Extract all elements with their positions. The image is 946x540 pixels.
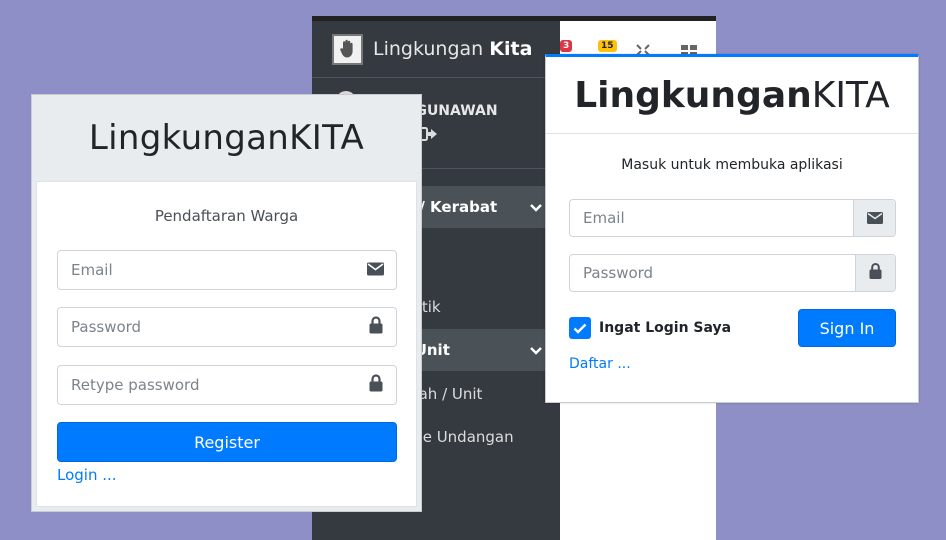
- register-password-group: [57, 307, 397, 347]
- hand-logo-icon: [332, 33, 363, 65]
- sign-out-icon[interactable]: [419, 126, 438, 145]
- remember-me-label: Ingat Login Saya: [599, 320, 732, 336]
- chevron-down-icon: [530, 342, 542, 360]
- sign-in-button[interactable]: Sign In: [798, 309, 896, 347]
- brand-text-light: Lingkungan: [373, 38, 484, 60]
- register-retype-input[interactable]: [58, 366, 396, 404]
- chevron-down-icon: [530, 199, 542, 217]
- register-email-input[interactable]: [58, 251, 396, 289]
- login-email-group: [569, 199, 896, 237]
- register-password-input[interactable]: [58, 308, 396, 346]
- envelope-icon: [367, 261, 384, 280]
- register-box: LingkunganKITA Pendaftaran Warga Registe…: [31, 94, 422, 512]
- brand-text-bold: Kita: [489, 38, 533, 60]
- remember-me-checkbox[interactable]: Ingat Login Saya: [569, 317, 731, 339]
- register-button[interactable]: Register: [57, 422, 397, 462]
- register-box-message: Pendaftaran Warga: [154, 207, 299, 225]
- logo-text-rest: KITA: [811, 74, 890, 116]
- lock-icon: [869, 263, 882, 283]
- password-addon: [855, 255, 895, 291]
- brand-link[interactable]: Lingkungan Kita: [312, 21, 560, 78]
- login-password-input[interactable]: [570, 255, 857, 291]
- login-box-message: Masuk untuk membuka aplikasi: [621, 157, 843, 173]
- brand-text: Lingkungan Kita: [373, 38, 532, 60]
- login-link[interactable]: Login ...: [57, 466, 117, 484]
- message-badge[interactable]: 15: [598, 40, 617, 52]
- register-link[interactable]: Daftar ...: [569, 356, 631, 372]
- lock-icon: [369, 374, 383, 396]
- notification-badge[interactable]: 3: [560, 40, 573, 52]
- logo-text-bold: Lingkungan: [574, 74, 812, 116]
- lock-icon: [369, 316, 383, 338]
- logo-text-rest: KITA: [289, 118, 365, 158]
- login-logo[interactable]: Lingkungan KITA: [546, 57, 918, 134]
- email-addon: [853, 200, 895, 236]
- register-logo[interactable]: Lingkungan KITA: [32, 95, 421, 181]
- login-box: Lingkungan KITA Masuk untuk membuka aplik…: [545, 54, 919, 403]
- register-retype-group: [57, 365, 397, 405]
- register-email-group: [57, 250, 397, 290]
- logo-text-light: Lingkungan: [88, 118, 290, 158]
- envelope-icon: [866, 209, 883, 228]
- check-icon[interactable]: [569, 317, 591, 339]
- register-card-body: Pendaftaran Warga Register Login ...: [36, 181, 417, 507]
- login-email-input[interactable]: [570, 200, 855, 236]
- login-password-group: [569, 254, 896, 292]
